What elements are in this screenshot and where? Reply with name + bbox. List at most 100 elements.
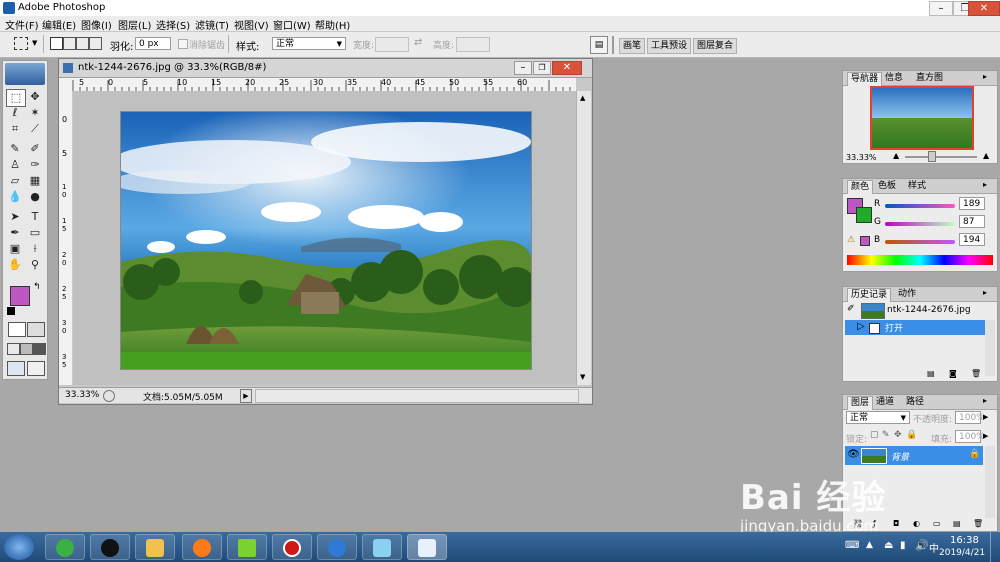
warning-icon[interactable]: ⚠: [847, 235, 855, 245]
ime-icon[interactable]: 中: [929, 540, 939, 555]
doc-close-button[interactable]: ✕: [552, 61, 582, 75]
zoom-out-icon[interactable]: ▲: [893, 151, 899, 160]
crop-tool-icon[interactable]: ⌗: [6, 121, 24, 137]
lock-image-icon[interactable]: ✎: [882, 430, 890, 440]
palette-tab-layer-comps[interactable]: 图层复合: [693, 38, 738, 54]
vertical-scrollbar[interactable]: ▲ ▼: [576, 91, 591, 385]
doc-minimize-button[interactable]: –: [514, 61, 532, 75]
taskbar-app-qq[interactable]: [90, 534, 130, 560]
palette-tab-brushes[interactable]: 画笔: [619, 38, 646, 54]
taskbar-app-recorder[interactable]: [272, 534, 312, 560]
fill-input[interactable]: 100%: [955, 430, 985, 443]
pen-tool-icon[interactable]: ✒: [6, 225, 24, 241]
layer-row-background[interactable]: 👁 背景 🔒: [845, 446, 983, 465]
intersect-selection-icon[interactable]: [89, 37, 102, 50]
g-slider[interactable]: [885, 222, 955, 226]
move-tool-icon[interactable]: ✥: [26, 89, 44, 105]
taskbar-app-media[interactable]: [227, 534, 267, 560]
clone-stamp-icon[interactable]: ♙: [6, 157, 24, 173]
panel-menu-icon[interactable]: ▸: [983, 288, 987, 297]
usb-icon[interactable]: ⏏: [884, 540, 893, 551]
height-input[interactable]: [456, 37, 490, 52]
clock-time[interactable]: 16:38: [950, 535, 979, 546]
taskbar-app-player[interactable]: [317, 534, 357, 560]
status-menu-arrow-icon[interactable]: ▶: [240, 389, 252, 403]
scroll-up-icon[interactable]: ▲: [580, 94, 585, 102]
dodge-tool-icon[interactable]: ●: [26, 189, 44, 205]
snapshot-brush-icon[interactable]: ✐: [847, 304, 855, 314]
width-input[interactable]: [375, 37, 409, 52]
menu-file[interactable]: 文件(F): [5, 17, 39, 32]
visibility-eye-icon[interactable]: 👁: [847, 449, 860, 460]
screen-mode-full-icon[interactable]: [33, 343, 46, 355]
tab-info[interactable]: 信息: [882, 72, 906, 85]
taskbar-app-explorer[interactable]: [135, 534, 175, 560]
swap-colors-icon[interactable]: ↰: [33, 282, 41, 292]
document-title-bar[interactable]: ntk-1244-2676.jpg @ 33.3%(RGB/8#) – ❐ ✕: [59, 59, 592, 78]
shape-tool-icon[interactable]: ▭: [26, 225, 44, 241]
zoom-in-icon[interactable]: ▲: [983, 151, 989, 160]
horizontal-scrollbar[interactable]: [255, 389, 579, 403]
gamut-swatch[interactable]: [860, 236, 870, 246]
default-colors-icon[interactable]: [7, 307, 15, 315]
tab-histogram[interactable]: 直方图: [913, 72, 946, 85]
tab-navigator[interactable]: 导航器: [847, 72, 883, 86]
gradient-tool-icon[interactable]: ▦: [26, 173, 44, 189]
history-state-marker-icon[interactable]: ▷: [857, 321, 865, 332]
adobe-online-icon[interactable]: [5, 63, 45, 85]
new-selection-icon[interactable]: [50, 37, 63, 50]
navigator-thumbnail[interactable]: [870, 86, 974, 150]
taskbar-app-360[interactable]: [45, 534, 85, 560]
chevron-down-icon[interactable]: ▼: [32, 39, 37, 47]
zoom-level[interactable]: 33.33%: [65, 390, 99, 400]
zoom-slider[interactable]: [905, 156, 977, 158]
tray-expand-icon[interactable]: ▲: [866, 540, 873, 550]
tab-paths[interactable]: 路径: [903, 396, 927, 409]
lasso-tool-icon[interactable]: ℓ: [6, 105, 24, 121]
landscape-photo[interactable]: [120, 111, 532, 370]
tab-layers[interactable]: 图层: [847, 396, 874, 410]
tab-swatches[interactable]: 色板: [875, 180, 899, 193]
screen-mode-full-menu-icon[interactable]: [20, 343, 33, 355]
screen-mode-standard-icon[interactable]: [7, 343, 20, 355]
b-slider[interactable]: [885, 240, 955, 244]
close-button[interactable]: ✕: [968, 1, 1000, 16]
history-item-open[interactable]: ▷ 打开: [845, 320, 985, 335]
zoom-slider-thumb[interactable]: [928, 151, 936, 162]
history-scrollbar[interactable]: [985, 320, 995, 376]
edit-in-imageready-icon[interactable]: [27, 361, 45, 376]
standard-mode-icon[interactable]: [8, 322, 26, 337]
jump-to-imageready-icon[interactable]: [7, 361, 25, 376]
hand-tool-icon[interactable]: ✋: [6, 257, 24, 273]
doc-maximize-button[interactable]: ❐: [533, 61, 551, 75]
navigator-zoom[interactable]: 33.33%: [846, 153, 877, 162]
layers-scrollbar[interactable]: [985, 446, 995, 518]
antialias-checkbox[interactable]: [178, 39, 188, 49]
style-select[interactable]: 正常 ▼: [272, 37, 346, 50]
show-desktop-button[interactable]: [990, 532, 1000, 562]
blend-mode-select[interactable]: 正常 ▼: [846, 411, 910, 424]
panel-menu-icon[interactable]: ▸: [983, 396, 987, 405]
tab-styles[interactable]: 样式: [905, 180, 929, 193]
menu-edit[interactable]: 编辑(E): [42, 17, 76, 32]
lock-position-icon[interactable]: ✥: [894, 430, 902, 440]
network-icon[interactable]: ▮: [900, 540, 906, 551]
add-selection-icon[interactable]: [63, 37, 76, 50]
menu-select[interactable]: 选择(S): [156, 17, 190, 32]
canvas-area[interactable]: [73, 91, 576, 385]
tab-actions[interactable]: 动作: [895, 288, 919, 301]
lock-all-icon[interactable]: 🔒: [906, 430, 917, 440]
eyedropper-icon[interactable]: ⟊: [26, 241, 44, 257]
blur-tool-icon[interactable]: 💧: [6, 189, 24, 205]
delete-layer-icon[interactable]: 🗑: [973, 519, 983, 528]
spectrum-bar[interactable]: [847, 255, 993, 265]
color-background-swatch[interactable]: [856, 207, 872, 223]
palette-tab-tool-presets[interactable]: 工具预设: [647, 38, 692, 54]
tab-channels[interactable]: 通道: [873, 396, 897, 409]
foreground-color-swatch[interactable]: [10, 286, 30, 306]
new-document-from-state-icon[interactable]: ▤: [927, 369, 935, 378]
chevron-right-icon[interactable]: ▶: [983, 432, 988, 440]
zoom-tool-icon[interactable]: ⚲: [26, 257, 44, 273]
healing-brush-icon[interactable]: ✎: [6, 141, 24, 157]
lock-transparency-icon[interactable]: ▢: [870, 430, 879, 440]
